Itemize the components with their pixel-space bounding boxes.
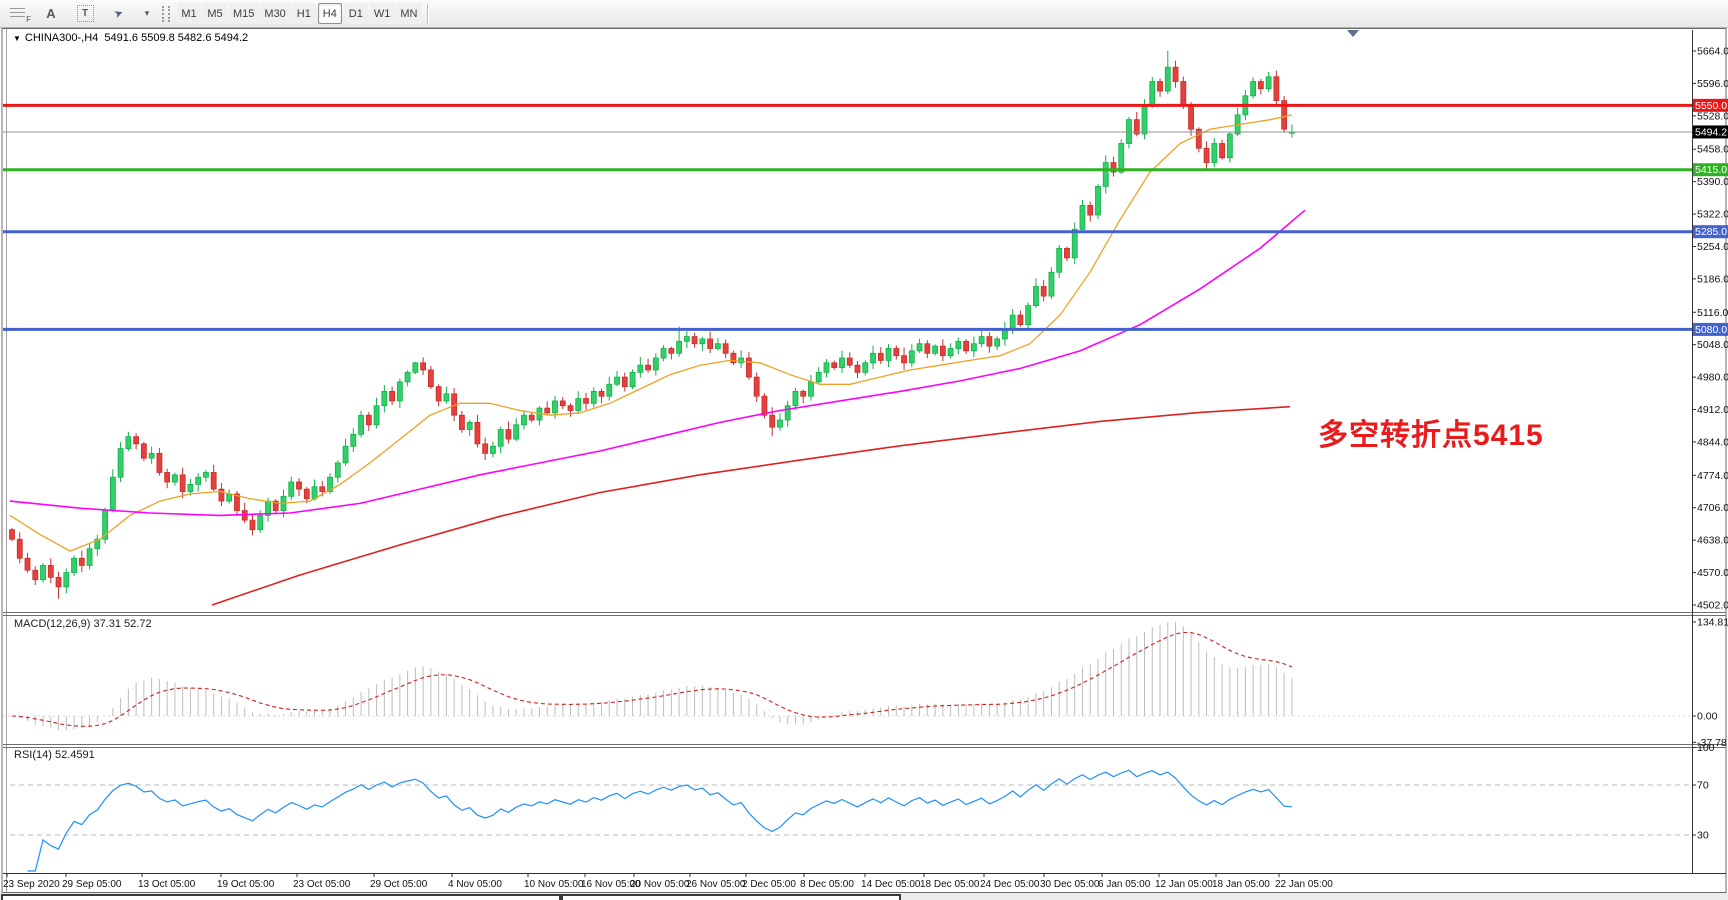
mt4-application: { "toolbar": { "tools": [ {"glyph": "F",… [0, 0, 1728, 900]
x-axis-date-label: 22 Jan 05:00 [1275, 879, 1333, 890]
fibonacci-icon-letter: F [26, 15, 31, 24]
quote-line: ▼ CHINA300-,H4 5491.6 5509.8 5482.6 5494.… [13, 32, 248, 44]
svg-text:5494.2: 5494.2 [1695, 126, 1727, 138]
x-axis-date-label: 10 Nov 05:00 [524, 879, 584, 890]
scroll-to-end-icon[interactable] [1347, 30, 1359, 37]
svg-text:5080.0: 5080.0 [1695, 324, 1727, 336]
timeframe-h1[interactable]: H1 [292, 3, 316, 24]
y-axis-tick: 4844.0 [1697, 436, 1728, 448]
font-tool-button[interactable]: A [35, 2, 67, 25]
x-axis-date-label: 29 Oct 05:00 [370, 879, 428, 890]
y-axis-tick: 4638.0 [1697, 535, 1728, 547]
y-axis-tick: 5186.0 [1697, 273, 1728, 285]
font-icon: A [46, 6, 55, 21]
rsi-indicator-label: RSI(14) 52.4591 [14, 749, 95, 761]
x-axis-date-label: 6 Jan 05:00 [1098, 879, 1151, 890]
macd-axis-tick: 0.00 [1697, 711, 1718, 723]
macd-axis-tick: 134.81 [1697, 617, 1728, 629]
fibonacci-tool-button[interactable]: F [1, 2, 33, 25]
x-axis-date-label: 12 Jan 05:00 [1155, 879, 1213, 890]
y-axis-tick: 5322.0 [1697, 209, 1728, 221]
x-axis-date-label: 19 Oct 05:00 [217, 879, 275, 890]
timeframe-m15[interactable]: M15 [229, 3, 258, 24]
x-axis-date-label: 29 Sep 05:00 [62, 879, 122, 890]
timeframe-m5[interactable]: M5 [203, 3, 227, 24]
rsi-axis-tick: 30 [1697, 830, 1709, 842]
y-axis-tick: 5596.0 [1697, 78, 1728, 90]
x-axis-date-label: 14 Dec 05:00 [861, 879, 921, 890]
arrows-dropdown-button[interactable]: ▾ [137, 2, 157, 25]
fibonacci-icon [10, 8, 25, 20]
ma-slow-line[interactable] [212, 407, 1290, 605]
x-axis-date-label: 13 Oct 05:00 [138, 879, 196, 890]
x-axis-date-label: 20 Nov 05:00 [630, 879, 690, 890]
timeframe-mn[interactable]: MN [396, 3, 421, 24]
macd-signal-line [12, 632, 1292, 726]
timeframe-h4[interactable]: H4 [318, 3, 342, 24]
x-axis-date-label: 8 Dec 05:00 [800, 879, 854, 890]
y-axis-tick: 5254.0 [1697, 241, 1728, 253]
chart-text-annotation[interactable]: 多空转折点5415 [1318, 410, 1544, 454]
quote-symbol: CHINA300-,H4 [25, 32, 98, 44]
toolbar: F A T ➤ ▾ M1 M5 M15 M30 H1 H4 D1 W1 MN [0, 0, 1728, 28]
y-axis-tick: 4774.0 [1697, 470, 1728, 482]
chart-window-border [2, 29, 1726, 893]
quote-ohlc-values: 5491.6 5509.8 5482.6 5494.2 [104, 32, 248, 44]
x-axis-date-label: 26 Nov 05:00 [686, 879, 746, 890]
quote-collapse-icon[interactable]: ▼ [13, 34, 21, 43]
toolbar-separator [427, 4, 429, 24]
y-axis-tick: 4980.0 [1697, 372, 1728, 384]
y-axis-tick: 4502.0 [1697, 600, 1728, 612]
y-axis-tick: 4706.0 [1697, 502, 1728, 514]
bottom-window-edge [0, 893, 1728, 900]
y-axis-tick: 5458.0 [1697, 144, 1728, 156]
text-label-icon: T [77, 5, 94, 22]
y-axis-tick: 4912.0 [1697, 404, 1728, 416]
toolbar-group-handle[interactable] [162, 6, 170, 22]
y-axis-tick: 4570.0 [1697, 567, 1728, 579]
ma-fast-line[interactable] [10, 115, 1292, 551]
timeframe-m30[interactable]: M30 [260, 3, 289, 24]
y-axis-tick: 5116.0 [1697, 307, 1728, 319]
y-axis-tick: 5390.0 [1697, 176, 1728, 188]
text-label-tool-button[interactable]: T [69, 2, 101, 25]
x-axis-date-label: 30 Dec 05:00 [1040, 879, 1100, 890]
timeframe-w1[interactable]: W1 [370, 3, 395, 24]
candlestick-series[interactable] [10, 51, 1295, 599]
x-axis-date-label: 18 Dec 05:00 [920, 879, 980, 890]
macd-histogram [12, 622, 1292, 731]
y-axis-tick: 5528.0 [1697, 110, 1728, 122]
macd-indicator-label: MACD(12,26,9) 37.31 52.72 [14, 618, 152, 630]
x-axis-date-label: 2 Dec 05:00 [742, 879, 796, 890]
timeframe-d1[interactable]: D1 [344, 3, 368, 24]
x-axis-date-label: 23 Sep 2020 [3, 879, 60, 890]
arrows-tool-button[interactable]: ➤ [103, 2, 135, 25]
svg-text:5285.0: 5285.0 [1695, 226, 1727, 238]
x-axis-date-label: 4 Nov 05:00 [448, 879, 502, 890]
svg-text:5550.0: 5550.0 [1695, 100, 1727, 112]
bottom-window-2 [561, 894, 901, 900]
svg-text:5415.0: 5415.0 [1695, 164, 1727, 176]
rsi-axis-tick: 100 [1697, 742, 1715, 754]
x-axis-date-label: 18 Jan 05:00 [1212, 879, 1270, 890]
y-axis-tick: 5048.0 [1697, 339, 1728, 351]
x-axis-date-label: 24 Dec 05:00 [980, 879, 1040, 890]
timeframe-m1[interactable]: M1 [177, 3, 201, 24]
bottom-window-1 [1, 894, 561, 900]
rsi-axis-tick: 70 [1697, 780, 1709, 792]
y-axis-tick: 5664.0 [1697, 46, 1728, 58]
arrows-icon: ➤ [112, 6, 125, 21]
x-axis-date-label: 23 Oct 05:00 [293, 879, 351, 890]
